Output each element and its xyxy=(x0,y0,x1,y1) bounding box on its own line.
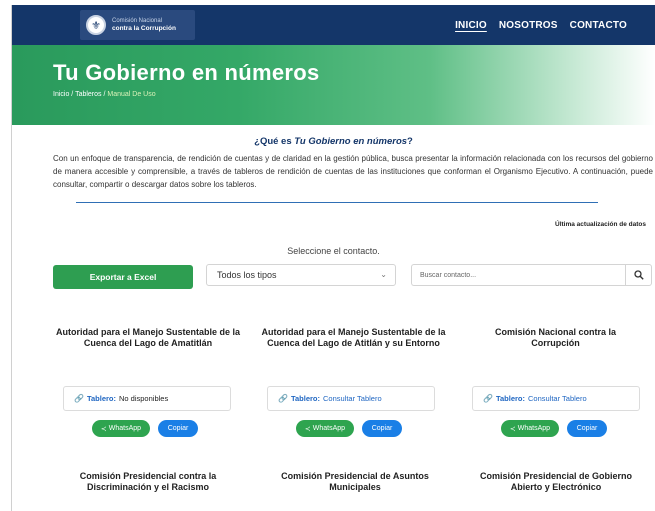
breadcrumb-current: Manual De Uso xyxy=(107,91,156,98)
tablero-box-cnc: 🔗 Tablero: Consultar Tablero xyxy=(472,386,640,411)
seal-icon: ⚜ xyxy=(86,15,106,35)
share-icon: ≺ xyxy=(100,425,107,433)
search-icon xyxy=(633,270,644,280)
copy-button[interactable]: Copiar xyxy=(158,420,198,437)
card-title-cnc: Comisión Nacional contra la Corrupción xyxy=(494,327,617,348)
card-title-gae: Comisión Presidencial de Gobierno Abiert… xyxy=(479,471,633,492)
search-contact-input[interactable] xyxy=(411,264,625,286)
whatsapp-share-button[interactable]: ≺ WhatsApp xyxy=(296,420,354,437)
card-title-amatitlan: Autoridad para el Manejo Sustentable de … xyxy=(55,327,241,348)
link-icon: 🔗 xyxy=(278,394,288,403)
nav-item-nosotros[interactable]: NOSOTROS xyxy=(499,20,558,31)
logo-line-1: Comisión Nacional xyxy=(112,18,163,24)
main-menu: INICIO NOSOTROS CONTACTO xyxy=(455,5,627,45)
consultar-tablero-link[interactable]: Consultar Tablero xyxy=(528,394,587,403)
share-icon: ≺ xyxy=(509,425,516,433)
tablero-box-amatitlan: 🔗 Tablero: No disponibles xyxy=(63,386,231,411)
select-contact-label: Seleccione el contacto. xyxy=(287,246,380,256)
site-logo[interactable]: ⚜ Comisión Nacional contra la Corrupción xyxy=(80,10,195,40)
whatsapp-share-button[interactable]: ≺ WhatsApp xyxy=(501,420,559,437)
tablero-status: No disponibles xyxy=(119,394,169,403)
type-select-value: Todos los tipos xyxy=(217,270,277,280)
nav-item-inicio[interactable]: INICIO xyxy=(455,20,487,31)
last-updated-label: Última actualización de datos xyxy=(555,221,647,228)
intro-heading: ¿Qué es Tu Gobierno en números? xyxy=(254,136,413,147)
link-icon: 🔗 xyxy=(483,394,493,403)
left-margin xyxy=(0,0,11,511)
logo-line-2: contra la Corrupción xyxy=(112,25,176,32)
page-title: Tu Gobierno en números xyxy=(53,60,320,85)
consultar-tablero-link[interactable]: Consultar Tablero xyxy=(323,394,382,403)
whatsapp-share-button[interactable]: ≺ WhatsApp xyxy=(92,420,150,437)
breadcrumb: Inicio / Tableros / Manual De Uso xyxy=(53,91,156,98)
hero-banner: Tu Gobierno en números Inicio / Tableros… xyxy=(12,45,655,125)
search-button[interactable] xyxy=(625,264,652,286)
intro-paragraph: Con un enfoque de transparencia, de rend… xyxy=(53,154,653,189)
card-title-codisra: Comisión Presidencial contra la Discrimi… xyxy=(79,471,217,492)
type-select[interactable]: Todos los tipos ⌄ xyxy=(206,264,396,286)
section-divider xyxy=(76,202,598,203)
card-title-atitlan: Autoridad para el Manejo Sustentable de … xyxy=(261,327,446,348)
top-margin xyxy=(0,0,655,5)
share-icon: ≺ xyxy=(304,425,311,433)
chevron-down-icon: ⌄ xyxy=(380,270,387,279)
breadcrumb-inicio[interactable]: Inicio xyxy=(53,91,69,98)
export-excel-button[interactable]: Exportar a Excel xyxy=(53,265,193,289)
nav-item-contacto[interactable]: CONTACTO xyxy=(570,20,627,31)
left-border xyxy=(11,0,12,511)
link-icon: 🔗 xyxy=(74,394,84,403)
card-title-copresam: Comisión Presidencial de Asuntos Municip… xyxy=(281,471,429,492)
top-navbar: ⚜ Comisión Nacional contra la Corrupción… xyxy=(12,5,655,45)
copy-button[interactable]: Copiar xyxy=(362,420,402,437)
breadcrumb-tableros[interactable]: Tableros xyxy=(75,91,101,98)
tablero-box-atitlan: 🔗 Tablero: Consultar Tablero xyxy=(267,386,435,411)
copy-button[interactable]: Copiar xyxy=(567,420,607,437)
